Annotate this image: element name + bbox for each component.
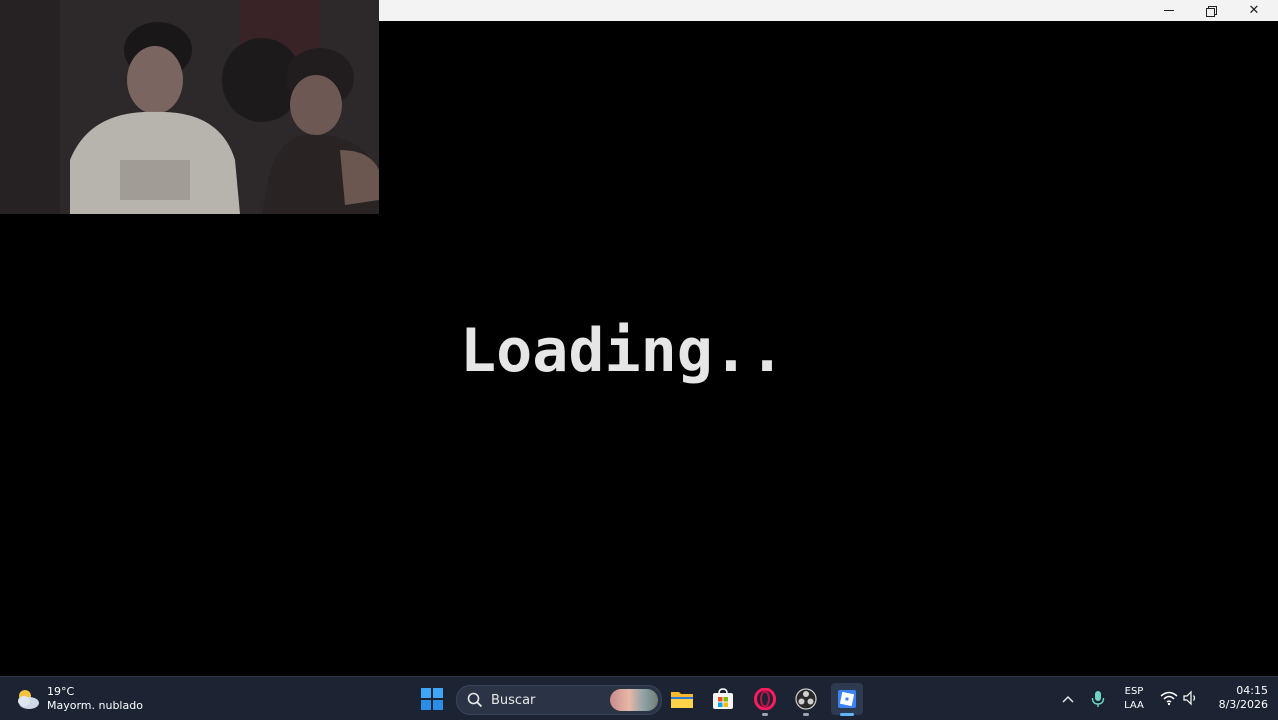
active-indicator — [840, 713, 854, 716]
weather-temperature: 19°C — [47, 685, 75, 698]
show-hidden-icons-button[interactable] — [1060, 689, 1076, 709]
search-highlight-image[interactable] — [610, 689, 658, 711]
taskbar: 19°C Mayorm. nublado Buscar ESP LAA 04:1… — [0, 676, 1278, 720]
folder-icon — [671, 692, 693, 708]
search-label: Buscar — [491, 692, 536, 708]
clock-time: 04:15 — [1236, 684, 1268, 697]
clock[interactable]: 04:15 8/3/2026 — [1208, 684, 1268, 712]
close-button[interactable]: ✕ — [1233, 0, 1275, 21]
partly-cloudy-icon — [14, 687, 42, 711]
close-icon: ✕ — [1248, 3, 1260, 18]
language-indicator[interactable]: ESP LAA — [1120, 685, 1148, 713]
restore-button[interactable] — [1190, 0, 1232, 21]
roblox-button[interactable] — [831, 683, 863, 716]
obs-icon — [795, 688, 817, 710]
minimize-icon — [1164, 10, 1174, 11]
search-icon — [467, 692, 483, 708]
microsoft-store-button[interactable] — [707, 683, 739, 715]
weather-widget[interactable]: 19°C Mayorm. nublado — [14, 683, 143, 715]
webcam-overlay — [0, 0, 379, 214]
obs-button[interactable] — [790, 683, 822, 716]
clock-date: 8/3/2026 — [1218, 698, 1268, 711]
store-icon — [713, 688, 733, 709]
roblox-icon — [838, 690, 856, 708]
keyboard-layout: LAA — [1124, 700, 1144, 711]
minimize-button[interactable] — [1148, 0, 1190, 21]
weather-description: Mayorm. nublado — [47, 699, 143, 712]
search-box[interactable]: Buscar — [456, 685, 662, 715]
chevron-up-icon — [1062, 695, 1074, 703]
running-indicator — [803, 713, 809, 716]
file-explorer-button[interactable] — [666, 683, 698, 715]
opera-button[interactable] — [749, 683, 781, 716]
wifi-icon[interactable] — [1160, 690, 1178, 706]
microphone-icon[interactable] — [1090, 689, 1106, 709]
windows-logo-icon — [421, 688, 443, 710]
language-code: ESP — [1124, 686, 1144, 697]
screen: ✕ Loading.. 19°C Mayorm. nublado Buscar … — [0, 0, 1278, 720]
running-indicator — [762, 713, 768, 716]
webcam-image — [0, 0, 379, 214]
loading-text: Loading.. — [460, 316, 786, 386]
restore-icon — [1206, 5, 1217, 17]
volume-icon[interactable] — [1182, 690, 1198, 706]
opera-icon — [754, 688, 776, 710]
start-button[interactable] — [416, 683, 448, 715]
